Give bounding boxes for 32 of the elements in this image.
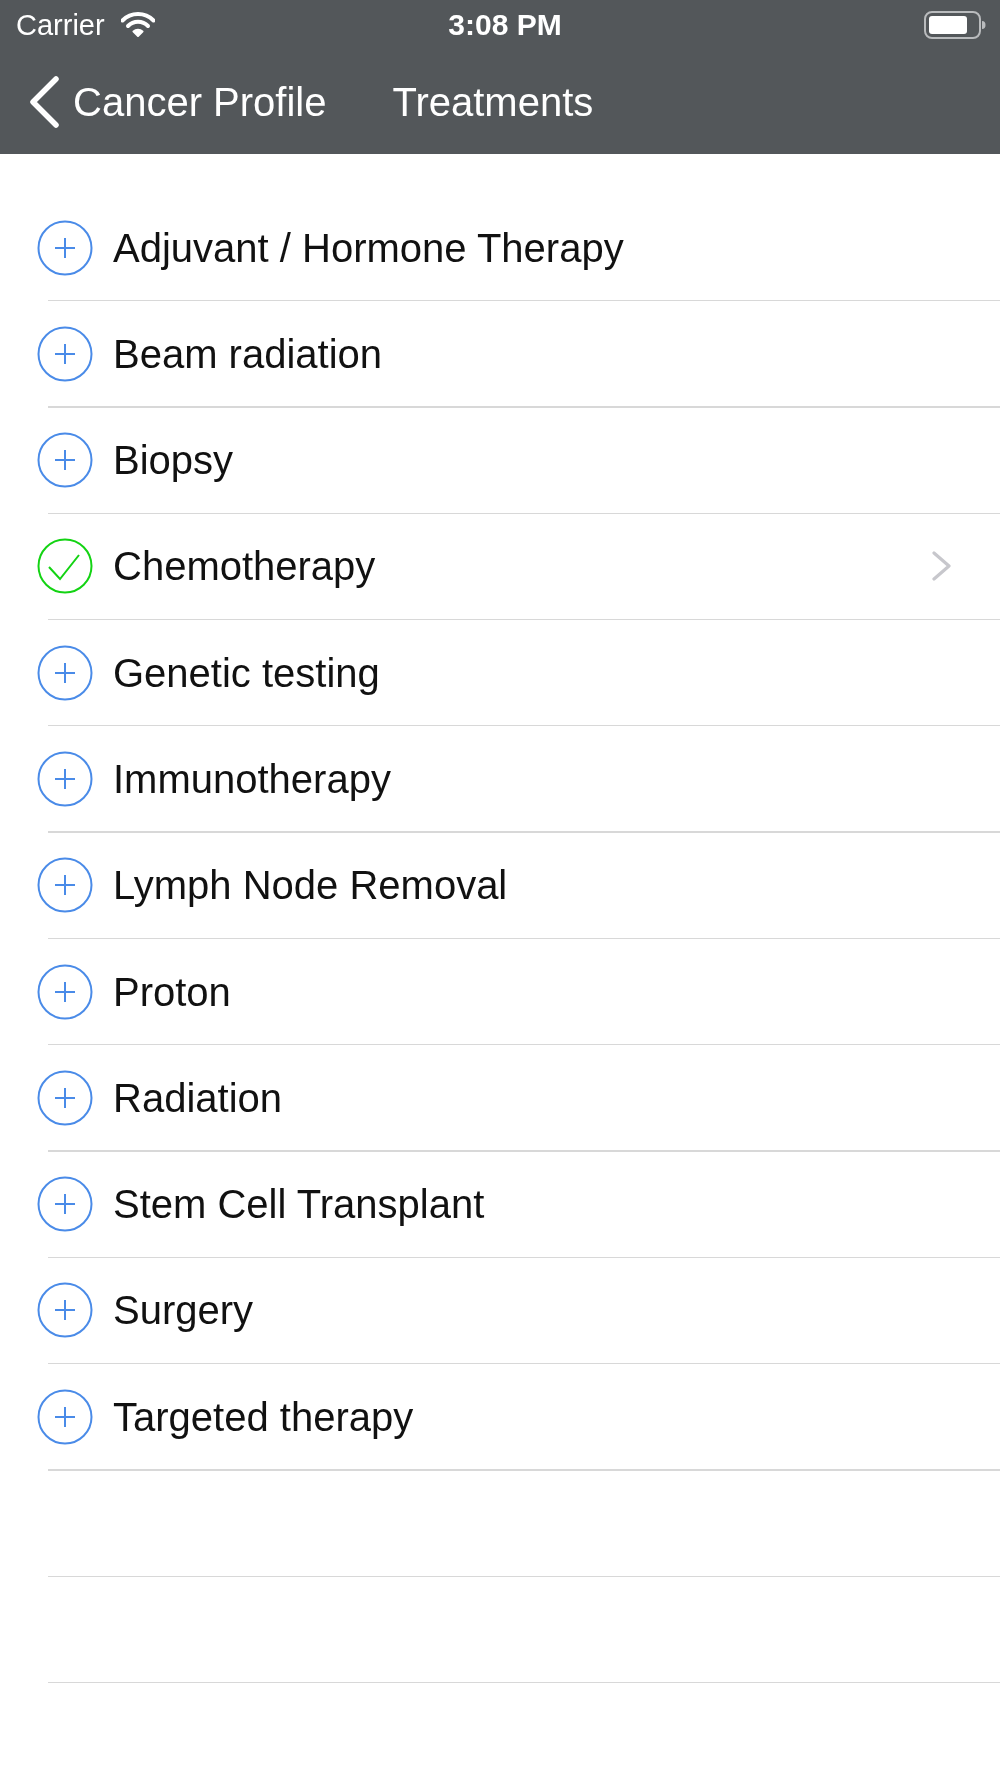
chevron-right-icon <box>932 551 952 582</box>
battery-icon <box>924 11 986 39</box>
treatment-list-item[interactable]: Lymph Node Removal <box>0 832 1000 938</box>
treatment-list-item[interactable]: Adjuvant / Hormone Therapy <box>0 195 1000 300</box>
plus-circle-icon[interactable] <box>37 1282 93 1339</box>
plus-circle-icon[interactable] <box>37 1069 93 1126</box>
carrier-label: Carrier <box>16 8 105 42</box>
plus-circle-icon[interactable] <box>37 219 93 276</box>
treatment-list-item[interactable]: Stem Cell Transplant <box>0 1151 1000 1257</box>
back-button[interactable]: Cancer Profile <box>28 76 327 128</box>
plus-circle-icon[interactable] <box>37 751 93 807</box>
plus-circle-icon[interactable] <box>37 432 93 489</box>
plus-circle-icon[interactable] <box>37 963 93 1020</box>
treatment-list-item[interactable]: Immunotherapy <box>0 726 1000 832</box>
plus-circle-icon[interactable] <box>37 1388 93 1445</box>
plus-circle-icon[interactable] <box>37 857 93 914</box>
check-circle-icon[interactable] <box>37 538 93 595</box>
back-chevron-icon <box>28 76 61 128</box>
treatment-list-item[interactable]: Surgery <box>0 1257 1000 1363</box>
treatment-list-item[interactable]: Targeted therapy <box>0 1364 1000 1470</box>
treatment-list-item[interactable]: Chemotherapy <box>0 513 1000 619</box>
plus-circle-icon[interactable] <box>37 644 93 701</box>
nav-title: Treatments <box>392 79 594 126</box>
treatment-list-item[interactable]: Beam radiation <box>0 301 1000 407</box>
treatment-list-item[interactable]: Genetic testing <box>0 620 1000 726</box>
treatment-list-item[interactable]: Biopsy <box>0 407 1000 513</box>
treatment-list-item[interactable]: Proton <box>0 939 1000 1045</box>
wifi-icon <box>120 11 155 37</box>
plus-circle-icon[interactable] <box>37 1176 93 1233</box>
status-time: 3:08 PM <box>448 8 562 42</box>
plus-circle-icon[interactable] <box>37 325 93 382</box>
treatment-list-item[interactable]: Radiation <box>0 1045 1000 1151</box>
